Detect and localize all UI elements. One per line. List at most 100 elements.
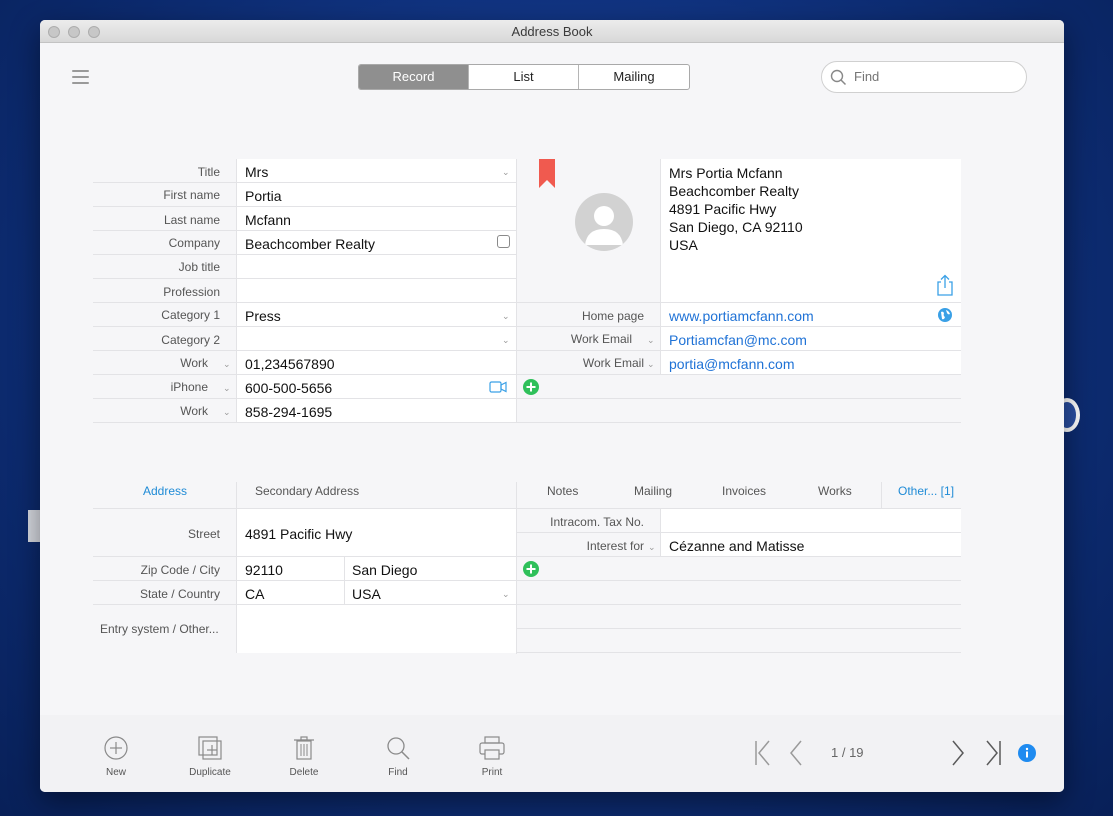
- window-title: Address Book: [511, 24, 593, 39]
- phone-2-field[interactable]: 600-500-5656: [245, 380, 332, 396]
- zoom-window-button[interactable]: [88, 26, 100, 38]
- first-record-icon[interactable]: [754, 740, 772, 766]
- tab-mailing-notes[interactable]: Mailing: [634, 484, 672, 498]
- new-button[interactable]: New: [86, 736, 146, 778]
- print-button[interactable]: Print: [462, 736, 522, 778]
- home-page-link[interactable]: www.portiamcfann.com: [669, 308, 814, 324]
- find-button[interactable]: Find: [368, 736, 428, 778]
- label-profession: Profession: [163, 285, 220, 299]
- tab-secondary-address[interactable]: Secondary Address: [255, 484, 359, 498]
- search-icon: [830, 69, 847, 86]
- print-button-label: Print: [481, 767, 503, 778]
- last-record-icon[interactable]: [984, 740, 1002, 766]
- address-card-line: USA: [669, 237, 698, 253]
- chevron-down-icon[interactable]: ⌄: [647, 359, 655, 370]
- label-category-2: Category 2: [161, 333, 220, 347]
- label-job-title: Job title: [178, 260, 220, 274]
- interest-field[interactable]: Cézanne and Matisse: [669, 538, 804, 554]
- globe-icon[interactable]: [937, 307, 953, 323]
- minimize-window-button[interactable]: [68, 26, 80, 38]
- tab-invoices[interactable]: Invoices: [722, 484, 766, 498]
- chevron-down-icon[interactable]: ⌄: [647, 335, 655, 346]
- duplicate-icon: [198, 736, 222, 760]
- chevron-down-icon[interactable]: ⌄: [223, 359, 231, 370]
- avatar[interactable]: [575, 193, 633, 251]
- share-icon[interactable]: [936, 274, 954, 296]
- label-first-name: First name: [163, 188, 220, 202]
- tab-works[interactable]: Works: [818, 484, 852, 498]
- category-1-field[interactable]: Press: [245, 308, 281, 324]
- phone-1-field[interactable]: 01,234567890: [245, 356, 335, 372]
- first-name-field[interactable]: Portia: [245, 188, 282, 204]
- tab-mailing[interactable]: Mailing: [579, 65, 689, 89]
- background-window-edge: [28, 510, 40, 542]
- delete-button[interactable]: Delete: [274, 736, 334, 778]
- label-phone-1[interactable]: Work: [82, 356, 208, 370]
- magnifier-icon: [387, 737, 410, 760]
- street-field[interactable]: 4891 Pacific Hwy: [245, 526, 352, 542]
- last-name-field[interactable]: Mcfann: [245, 212, 291, 228]
- company-field[interactable]: Beachcomber Realty: [245, 236, 375, 252]
- chevron-down-icon[interactable]: ⌄: [223, 407, 231, 418]
- plus-circle-icon: [104, 736, 128, 760]
- label-street: Street: [187, 527, 220, 541]
- work-email-2-link[interactable]: portia@mcfann.com: [669, 356, 794, 372]
- previous-record-icon[interactable]: [789, 740, 803, 766]
- search-box[interactable]: [821, 61, 1027, 93]
- chevron-down-icon[interactable]: ⌄: [648, 542, 656, 553]
- tax-no-field[interactable]: [669, 514, 949, 532]
- close-window-button[interactable]: [48, 26, 60, 38]
- chevron-down-icon[interactable]: ⌄: [223, 383, 231, 394]
- search-input[interactable]: [854, 69, 1014, 84]
- label-work-email-1[interactable]: Work Email: [506, 332, 632, 346]
- chevron-down-icon[interactable]: ⌄: [502, 311, 510, 322]
- menu-icon[interactable]: [72, 70, 89, 84]
- address-card-line: Beachcomber Realty: [669, 183, 799, 199]
- label-interest[interactable]: Interest for: [518, 539, 644, 553]
- label-home-page: Home page: [581, 309, 644, 323]
- tab-list[interactable]: List: [469, 65, 579, 89]
- profession-field[interactable]: [245, 284, 505, 302]
- chevron-down-icon[interactable]: ⌄: [502, 589, 510, 600]
- titlebar: Address Book: [40, 20, 1064, 43]
- bookmark-icon[interactable]: [539, 159, 555, 188]
- label-work-email-2[interactable]: Work Email: [518, 356, 644, 370]
- label-phone-2[interactable]: iPhone: [82, 380, 208, 394]
- label-title: Title: [197, 165, 220, 179]
- new-button-label: New: [105, 767, 126, 778]
- add-field-icon[interactable]: [523, 561, 539, 577]
- toolbar: Record List Mailing: [40, 43, 1064, 105]
- chevron-down-icon[interactable]: ⌄: [502, 167, 510, 178]
- country-field[interactable]: USA: [352, 586, 381, 602]
- tab-address[interactable]: Address: [143, 484, 187, 498]
- address-card-text: Mrs Portia Mcfann Beachcomber Realty 489…: [669, 164, 803, 254]
- info-icon[interactable]: [1018, 744, 1036, 762]
- duplicate-button[interactable]: Duplicate: [180, 736, 240, 778]
- tab-notes[interactable]: Notes: [547, 484, 578, 498]
- delete-button-label: Delete: [289, 767, 319, 778]
- job-title-field[interactable]: [245, 260, 505, 278]
- next-record-icon[interactable]: [951, 740, 965, 766]
- phone-3-field[interactable]: 858-294-1695: [245, 404, 332, 420]
- company-checkbox[interactable]: [497, 235, 510, 248]
- label-entry-system: Entry system / Other...: [100, 622, 219, 636]
- tab-record[interactable]: Record: [359, 65, 469, 89]
- address-card-line: San Diego, CA 92110: [669, 219, 803, 235]
- address-card-line: 4891 Pacific Hwy: [669, 201, 777, 217]
- state-field[interactable]: CA: [245, 586, 264, 602]
- tab-other[interactable]: Other... [1]: [898, 484, 954, 498]
- work-email-1-link[interactable]: Portiamcfan@mc.com: [669, 332, 807, 348]
- category-2-field[interactable]: [245, 332, 495, 350]
- duplicate-button-label: Duplicate: [189, 767, 231, 778]
- video-call-icon[interactable]: [489, 381, 507, 393]
- view-segmented-control: Record List Mailing: [358, 64, 690, 90]
- zip-field[interactable]: 92110: [245, 562, 283, 578]
- find-button-label: Find: [388, 767, 408, 778]
- city-field[interactable]: San Diego: [352, 562, 417, 578]
- label-category-1: Category 1: [161, 308, 220, 322]
- label-tax-no: Intracom. Tax No.: [550, 515, 644, 529]
- add-field-icon[interactable]: [523, 379, 539, 395]
- printer-icon: [479, 736, 505, 760]
- label-phone-3[interactable]: Work: [82, 404, 208, 418]
- title-field[interactable]: Mrs: [245, 164, 268, 180]
